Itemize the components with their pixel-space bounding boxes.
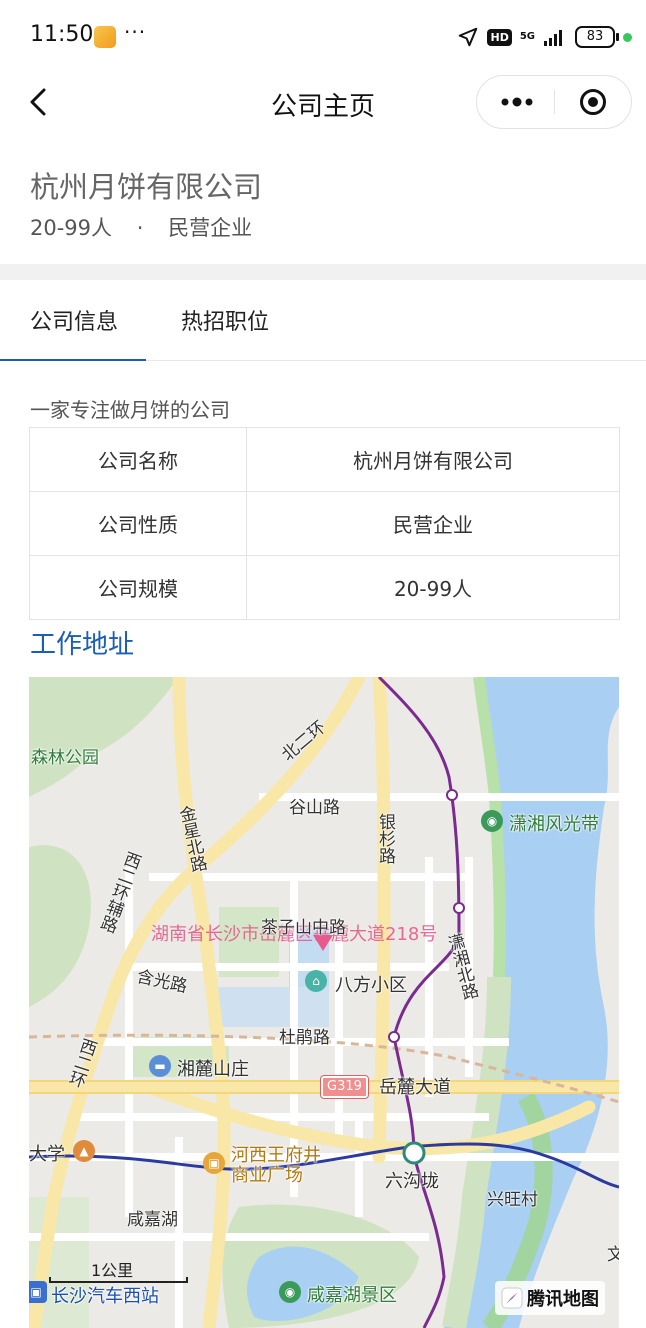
table-row: 公司规模 20-99人 [29,555,620,620]
status-more: ··· [124,20,147,44]
map-label: 岳麓大道 [379,1077,451,1098]
school-poi-icon: ▲ [73,1140,95,1162]
bus-station-icon: ▣ [29,1281,47,1303]
company-meta: 20-99人 · 民营企业 [30,212,270,242]
active-tab-indicator [0,359,146,361]
meta-separator: · [136,216,144,240]
table-row: 公司名称 杭州月饼有限公司 [29,427,620,492]
map-label: 咸嘉湖 [127,1210,178,1230]
map-label: 商业广场 [231,1165,303,1186]
company-info-table: 公司名称 杭州月饼有限公司 公司性质 民营企业 公司规模 20-99人 [29,427,620,620]
map-label: 谷山路 [289,798,340,818]
table-row: 公司性质 民营企业 [29,491,620,556]
camera-poi-icon: ◉ [279,1281,301,1303]
highway-shield: G319 [320,1075,369,1099]
table-value: 民营企业 [246,491,620,556]
residential-poi-icon: ⌂ [305,970,327,992]
table-key: 公司名称 [29,427,247,492]
map-label: 长沙汽车西站 [51,1286,159,1307]
table-value: 杭州月饼有限公司 [246,427,620,492]
map-label: 兴旺村 [487,1190,538,1210]
company-description: 一家专注做月饼的公司 [30,398,230,422]
company-size: 20-99人 [30,216,113,240]
map-label: 杜鹃路 [279,1028,330,1048]
map-label: 森林公园 [31,748,99,768]
map-label: 咸嘉湖景区 [307,1285,397,1306]
tab-hot-jobs[interactable]: 热招职位 [181,304,269,336]
map-label: 文 [607,1245,619,1265]
camera-poi-icon: ◉ [481,810,503,832]
privacy-dot [623,32,632,42]
notification-app-icon [94,26,116,48]
status-bar: 11:50 ··· HD 5G 83 [0,0,646,72]
location-icon [459,27,478,47]
network-indicator: 5G [519,31,535,42]
hotel-poi-icon: ▬ [149,1055,171,1077]
table-key: 公司规模 [29,555,247,620]
map-label: 银杉路 [375,813,395,864]
signal-icon [544,30,562,46]
status-indicators: HD 5G 83 [457,22,632,52]
map-scale: 1公里 [49,1257,188,1283]
map-provider: 腾讯地图 [527,1289,599,1310]
company-name: 杭州月饼有限公司 [30,170,263,204]
more-button[interactable] [497,89,537,115]
compass-icon [501,1287,523,1309]
map-label: 八方小区 [335,975,407,996]
battery-icon: 83 [575,26,619,48]
miniprogram-capsule [476,75,632,129]
capsule-divider [554,90,555,114]
close-miniprogram-button[interactable] [579,88,607,116]
shopping-poi-icon: ▣ [203,1152,225,1174]
status-time: 11:50 [30,22,94,47]
section-divider [0,264,646,280]
tab-company-info[interactable]: 公司信息 [30,304,118,336]
map-label: 六沟垅 [385,1171,439,1192]
target-circle-icon [580,89,606,115]
company-type: 民营企业 [168,216,253,240]
more-dots-icon [501,97,533,107]
table-key: 公司性质 [29,491,247,556]
hd-icon: HD [487,28,512,46]
map-label: 大学 [29,1144,65,1165]
table-value: 20-99人 [246,555,620,620]
map-label: 湘麓山庄 [177,1059,249,1080]
work-address-title: 工作地址 [30,630,135,660]
location-map[interactable]: 湖南省长沙市岳麓区岳麓大道218号 森林公园 北二环 谷山路 银杉路 ◉ 潇湘风… [29,677,619,1328]
map-label: 潇湘风光带 [509,814,599,835]
tab-bar: 公司信息 热招职位 [0,280,646,361]
map-canvas [29,677,619,1328]
map-label: 茶子山中路 [261,918,346,938]
tencent-map-logo: 腾讯地图 [495,1281,605,1315]
